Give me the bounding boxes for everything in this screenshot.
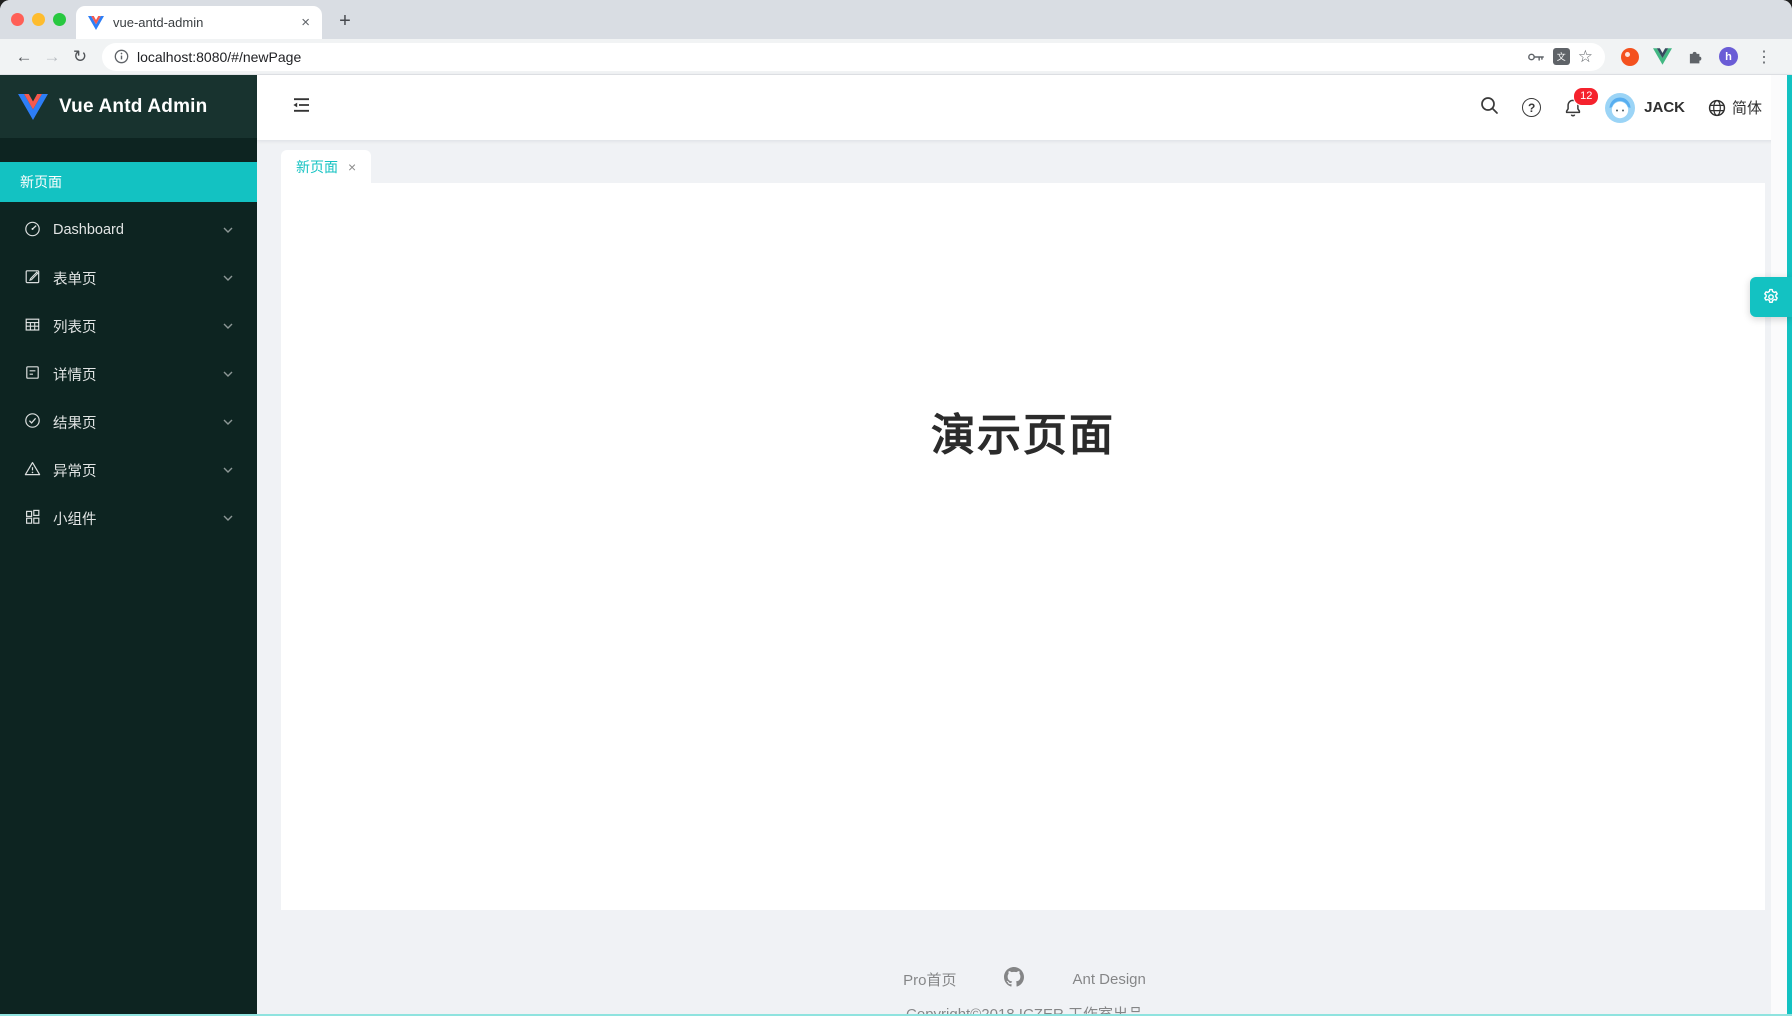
back-icon[interactable]: ← xyxy=(10,47,38,67)
sidebar-item-label: 小组件 xyxy=(53,508,97,529)
reload-icon[interactable]: ↻ xyxy=(66,47,94,67)
page-tab-new-page[interactable]: 新页面 × xyxy=(281,150,371,183)
sidebar-item-widgets[interactable]: 小组件 xyxy=(0,494,257,542)
gear-icon xyxy=(1761,287,1781,307)
appstore-icon xyxy=(24,508,41,529)
sidebar-item-label: 列表页 xyxy=(53,316,97,337)
page-title: 演示页面 xyxy=(281,399,1765,463)
sidebar-item-exceptions[interactable]: 异常页 xyxy=(0,446,257,494)
menu-fold-icon[interactable] xyxy=(290,94,312,121)
sidebar-item-label: Dashboard xyxy=(53,222,124,238)
notification-badge: 12 xyxy=(1573,87,1599,106)
extensions-puzzle-icon[interactable] xyxy=(1686,47,1705,66)
sidebar-item-lists[interactable]: 列表页 xyxy=(0,302,257,350)
sidebar-item-label: 表单页 xyxy=(53,268,97,289)
app-page: Vue Antd Admin 新页面 Dashboard 表单页 xyxy=(0,75,1792,1016)
search-icon[interactable] xyxy=(1480,96,1499,120)
password-key-icon[interactable] xyxy=(1527,50,1545,64)
footer-link-pro[interactable]: Pro首页 xyxy=(903,969,956,990)
check-circle-icon xyxy=(24,412,41,433)
scrollbar-track[interactable] xyxy=(1771,75,1787,1016)
brand[interactable]: Vue Antd Admin xyxy=(0,75,257,138)
extensions-area: h ⋮ xyxy=(1615,47,1782,67)
chevron-down-icon xyxy=(223,323,233,330)
info-icon[interactable] xyxy=(114,49,129,64)
dashboard-icon xyxy=(24,220,41,241)
vue-favicon-icon xyxy=(88,16,104,30)
chevron-down-icon xyxy=(223,467,233,474)
form-icon xyxy=(24,268,41,289)
tab-close-icon[interactable]: × xyxy=(348,160,356,174)
new-tab-button[interactable]: + xyxy=(330,6,360,36)
address-bar[interactable]: localhost:8080/#/newPage 文 ☆ xyxy=(102,43,1605,71)
chevron-down-icon xyxy=(223,419,233,426)
sidebar-item-forms[interactable]: 表单页 xyxy=(0,254,257,302)
forward-icon: → xyxy=(38,47,66,67)
minimize-window-button[interactable] xyxy=(32,13,45,26)
window-controls xyxy=(11,13,66,26)
sidebar: Vue Antd Admin 新页面 Dashboard 表单页 xyxy=(0,75,257,1016)
chevron-down-icon xyxy=(223,275,233,282)
sidebar-item-dashboard[interactable]: Dashboard xyxy=(0,206,257,254)
url-text[interactable]: localhost:8080/#/newPage xyxy=(137,49,1519,65)
browser-menu-icon[interactable]: ⋮ xyxy=(1752,47,1776,67)
app-header: ? 12 JACK 简体 xyxy=(257,75,1792,140)
sidebar-item-label: 异常页 xyxy=(53,460,97,481)
sidebar-item-details[interactable]: 详情页 xyxy=(0,350,257,398)
close-window-button[interactable] xyxy=(11,13,24,26)
content-card: 演示页面 xyxy=(281,183,1765,910)
page-tabs-bar: 新页面 × xyxy=(257,140,1792,183)
browser-tab[interactable]: vue-antd-admin × xyxy=(76,6,322,39)
help-icon[interactable]: ? xyxy=(1522,98,1541,117)
extension-orange-icon[interactable] xyxy=(1621,48,1639,66)
vue-devtools-icon[interactable] xyxy=(1653,48,1672,65)
github-icon[interactable] xyxy=(1004,967,1024,991)
username: JACK xyxy=(1644,99,1685,116)
sidebar-item-label: 详情页 xyxy=(53,364,97,385)
sidebar-item-label: 结果页 xyxy=(53,412,97,433)
avatar xyxy=(1605,93,1635,123)
chevron-down-icon xyxy=(223,371,233,378)
warning-icon xyxy=(24,460,41,481)
sidebar-item-new-page[interactable]: 新页面 xyxy=(0,162,257,202)
language-label: 简体 xyxy=(1732,97,1762,118)
bookmark-star-icon[interactable]: ☆ xyxy=(1578,47,1593,67)
vue-logo-icon xyxy=(18,94,48,120)
footer-links: Pro首页 Ant Design xyxy=(257,967,1792,991)
main-area: ? 12 JACK 简体 新页面 xyxy=(257,75,1792,1016)
brand-title: Vue Antd Admin xyxy=(59,96,207,118)
page-tab-label: 新页面 xyxy=(296,157,338,177)
sidebar-item-results[interactable]: 结果页 xyxy=(0,398,257,446)
profile-icon xyxy=(24,364,41,385)
language-switcher[interactable]: 简体 xyxy=(1708,97,1762,118)
browser-window: vue-antd-admin × + ← → ↻ localhost:8080/… xyxy=(0,0,1792,1016)
browser-tabstrip: vue-antd-admin × + xyxy=(0,0,1792,39)
footer-link-antdesign[interactable]: Ant Design xyxy=(1072,971,1145,988)
header-actions: ? 12 JACK 简体 xyxy=(1480,93,1762,123)
sidebar-menu: 新页面 Dashboard 表单页 列表页 xyxy=(0,138,257,542)
browser-toolbar: ← → ↻ localhost:8080/#/newPage 文 ☆ h ⋮ xyxy=(0,39,1792,75)
globe-icon xyxy=(1708,99,1726,117)
translate-icon[interactable]: 文 xyxy=(1553,48,1570,65)
chevron-down-icon xyxy=(223,227,233,234)
settings-button[interactable] xyxy=(1750,277,1792,317)
chevron-down-icon xyxy=(223,515,233,522)
user-menu[interactable]: JACK xyxy=(1605,93,1685,123)
browser-profile-avatar[interactable]: h xyxy=(1719,47,1738,66)
notifications[interactable]: 12 xyxy=(1564,98,1582,118)
table-icon xyxy=(24,316,41,337)
browser-tab-title: vue-antd-admin xyxy=(113,15,292,30)
settings-drawer-edge xyxy=(1787,75,1792,1016)
sidebar-item-label: 新页面 xyxy=(20,172,62,192)
tab-close-icon[interactable]: × xyxy=(301,15,310,30)
zoom-window-button[interactable] xyxy=(53,13,66,26)
